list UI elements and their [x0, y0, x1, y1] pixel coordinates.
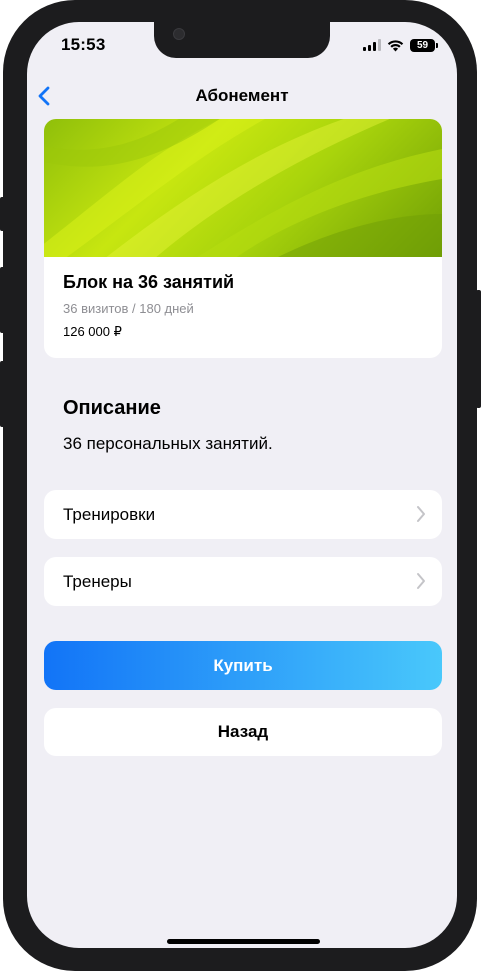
phone-frame: 15:53 59 Абонемент Блок на 36 занятий 36…	[3, 0, 477, 971]
status-icons: 59	[363, 37, 438, 53]
row-trainings-label: Тренировки	[63, 505, 156, 524]
description-heading: Описание	[63, 397, 161, 419]
notch	[154, 22, 330, 58]
row-trainers-label: Тренеры	[63, 572, 132, 591]
buy-button[interactable]: Купить	[44, 641, 442, 690]
battery-icon: 59	[410, 38, 438, 52]
home-indicator[interactable]	[167, 939, 320, 944]
back-action-button[interactable]: Назад	[44, 708, 442, 756]
row-trainings[interactable]: Тренировки	[44, 490, 442, 539]
chevron-right-icon	[417, 573, 425, 589]
page-title: Абонемент	[195, 86, 289, 105]
front-camera	[173, 28, 185, 40]
subscription-price: 126 000 ₽	[63, 324, 122, 339]
status-time: 15:53	[61, 35, 106, 54]
chevron-right-icon	[417, 506, 425, 522]
subscription-name: Блок на 36 занятий	[63, 272, 235, 292]
row-trainers[interactable]: Тренеры	[44, 557, 442, 606]
subscription-visits: 36 визитов / 180 дней	[63, 301, 194, 316]
app-screen: 15:53 59 Абонемент Блок на 36 занятий 36…	[27, 22, 457, 948]
subscription-image	[44, 119, 442, 257]
cellular-signal-icon	[363, 39, 381, 51]
description-text: 36 персональных занятий.	[63, 434, 273, 453]
wifi-icon	[387, 39, 404, 51]
subscription-card: Блок на 36 занятий 36 визитов / 180 дней…	[44, 119, 442, 358]
